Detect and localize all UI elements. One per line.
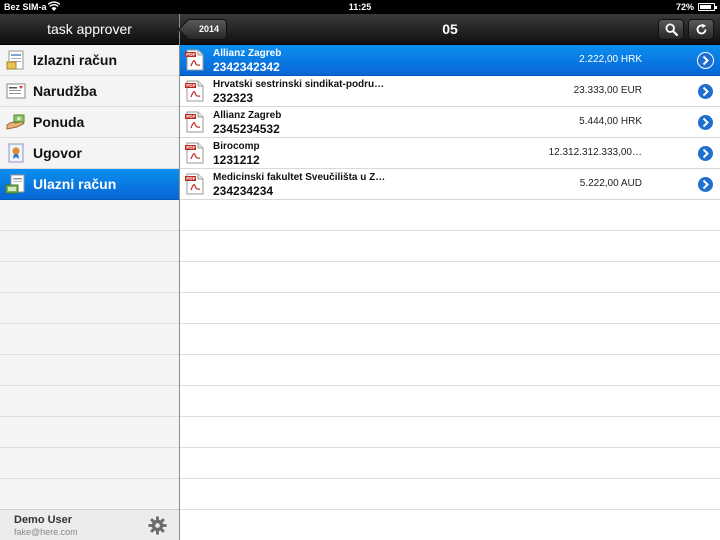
chevron-right-icon[interactable] xyxy=(697,145,714,162)
svg-text:PDF: PDF xyxy=(186,145,195,150)
sidebar-title: task approver xyxy=(0,14,179,45)
battery-icon xyxy=(698,3,717,11)
chevron-right-icon[interactable] xyxy=(697,114,714,131)
sidebar-item-narudzba[interactable]: Narudžba xyxy=(0,76,179,107)
row-company-name: Allianz Zagreb xyxy=(213,48,282,59)
invoice-row[interactable]: PDF Medicinski fakultet Sveučilišta u Z…… xyxy=(180,169,720,200)
sidebar-item-ugovor[interactable]: Ugovor xyxy=(0,138,179,169)
search-button[interactable] xyxy=(658,19,684,40)
order-icon xyxy=(6,83,26,99)
sidebar-item-izlazni-racun[interactable]: Izlazni račun xyxy=(0,45,179,76)
sidebar-item-label: Narudžba xyxy=(33,83,97,99)
svg-text:PDF: PDF xyxy=(186,83,195,88)
sidebar-item-label: Izlazni račun xyxy=(33,52,118,68)
pdf-file-icon: PDF xyxy=(185,49,204,71)
sidebar-item-label: Ulazni račun xyxy=(33,176,117,192)
battery-percentage: 72% xyxy=(675,2,694,12)
row-amount: 5.444,00 HRK xyxy=(579,116,642,127)
pdf-file-icon: PDF xyxy=(185,142,204,164)
row-document-number: 2345234532 xyxy=(213,122,280,136)
clock: 11:25 xyxy=(348,2,372,12)
page-title: 05 xyxy=(442,21,458,37)
list-empty-rows xyxy=(180,200,720,540)
svg-text:PDF: PDF xyxy=(186,176,195,181)
chevron-right-icon[interactable] xyxy=(697,83,714,100)
row-document-number: 2342342342 xyxy=(213,60,280,74)
invoice-row[interactable]: PDF Allianz Zagreb 2345234532 5.444,00 H… xyxy=(180,107,720,138)
invoice-list: PDF Allianz Zagreb 2342342342 2.222,00 H… xyxy=(180,45,720,200)
svg-text:PDF: PDF xyxy=(186,52,195,57)
status-bar: Bez SIM-a 11:25 72% xyxy=(0,0,720,14)
gear-icon[interactable] xyxy=(148,516,167,535)
refresh-button[interactable] xyxy=(688,19,714,40)
chevron-right-icon[interactable] xyxy=(697,176,714,193)
chevron-right-icon[interactable] xyxy=(697,52,714,69)
row-document-number: 234234234 xyxy=(213,184,274,198)
row-company-name: Allianz Zagreb xyxy=(213,110,282,121)
row-company-name: Hrvatski sestrinski sindikat-podru… xyxy=(213,79,385,90)
invoice-row[interactable]: PDF Hrvatski sestrinski sindikat-podru… … xyxy=(180,76,720,107)
main-navbar: 2014 05 xyxy=(180,14,720,45)
invoice-row[interactable]: PDF Allianz Zagreb 2342342342 2.222,00 H… xyxy=(180,45,720,76)
sidebar-empty-rows xyxy=(0,200,179,510)
back-button-label: 2014 xyxy=(199,24,220,34)
sidebar-menu: Izlazni račun Narudžba Ponuda Ugovor Ula… xyxy=(0,45,179,200)
outgoing-invoice-icon xyxy=(6,50,24,70)
sidebar-item-label: Ponuda xyxy=(33,114,85,130)
pdf-file-icon: PDF xyxy=(185,80,204,102)
offer-icon xyxy=(6,114,25,130)
contract-icon xyxy=(8,143,24,163)
pdf-file-icon: PDF xyxy=(185,111,204,133)
incoming-invoice-icon xyxy=(5,174,25,194)
sidebar-item-ulazni-racun[interactable]: Ulazni račun xyxy=(0,169,179,200)
sidebar-item-ponuda[interactable]: Ponuda xyxy=(0,107,179,138)
pdf-file-icon: PDF xyxy=(185,173,204,195)
row-company-name: Birocomp xyxy=(213,141,260,152)
user-footer: Demo User fake@here.com xyxy=(0,509,179,540)
row-amount: 2.222,00 HRK xyxy=(579,54,642,65)
row-company-name: Medicinski fakultet Sveučilišta u Z… xyxy=(213,172,386,183)
invoice-list-panel: 2014 05 PDF Allianz Zagreb 2342342342 2.… xyxy=(180,14,720,540)
row-amount: 5.222,00 AUD xyxy=(579,178,642,189)
refresh-icon xyxy=(696,23,707,35)
sidebar-item-label: Ugovor xyxy=(33,145,82,161)
invoice-row[interactable]: PDF Birocomp 1231212 12.312.312.333,00… xyxy=(180,138,720,169)
search-icon xyxy=(665,23,678,36)
row-amount: 23.333,00 EUR xyxy=(573,85,642,96)
row-document-number: 232323 xyxy=(213,91,254,105)
svg-text:PDF: PDF xyxy=(186,114,195,119)
row-amount: 12.312.312.333,00… xyxy=(548,147,642,158)
user-email: fake@here.com xyxy=(14,527,78,537)
row-document-number: 1231212 xyxy=(213,153,260,167)
sidebar: task approver Izlazni račun Narudžba Pon… xyxy=(0,14,180,540)
user-name: Demo User xyxy=(14,514,73,526)
